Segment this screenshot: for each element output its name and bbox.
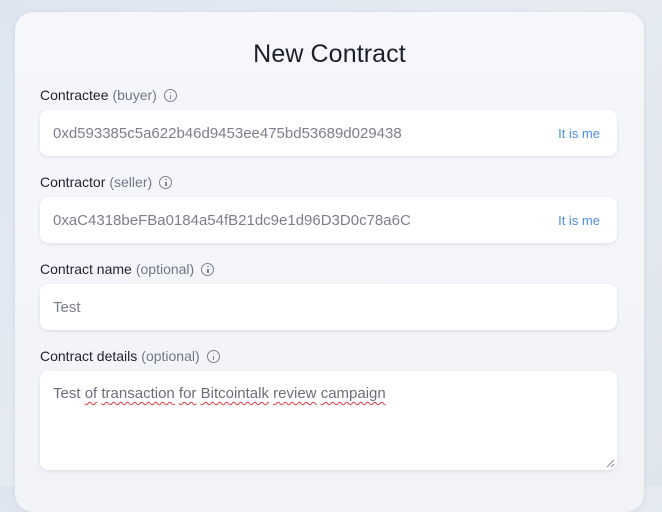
details-word: Bitcointalk <box>200 385 269 402</box>
contract-name-hint: (optional) <box>135 261 195 277</box>
contractee-label: Contractee (buyer) <box>40 87 177 103</box>
contractee-field[interactable]: 0xd593385c5a622b46d9453ee475bd53689d0294… <box>40 110 617 156</box>
contract-name-label-text: Contract name <box>40 261 132 277</box>
contract-details-label: Contract details (optional) <box>40 348 220 364</box>
resize-grip-icon[interactable] <box>606 459 615 468</box>
contract-details-value[interactable]: Test of transaction for Bitcointalk revi… <box>53 385 386 402</box>
contract-name-field[interactable]: Test <box>40 284 617 330</box>
page-title: New Contract <box>253 40 406 68</box>
details-word: transaction <box>101 385 175 402</box>
info-icon[interactable] <box>163 88 177 102</box>
contract-details-hint: (optional) <box>141 348 200 364</box>
contract-name-label: Contract name (optional) <box>40 261 215 277</box>
contractee-it-is-me-button[interactable]: It is me <box>558 126 600 141</box>
details-word: of <box>84 385 98 402</box>
contractor-hint: (seller) <box>109 174 153 190</box>
details-word: Test <box>53 385 85 402</box>
details-word: campaign <box>320 385 386 402</box>
contract-details-label-text: Contract details <box>40 348 138 364</box>
contract-name-value[interactable]: Test <box>53 299 81 316</box>
contract-details-textarea[interactable]: Test of transaction for Bitcointalk revi… <box>40 371 617 470</box>
contractee-address[interactable]: 0xd593385c5a622b46d9453ee475bd53689d0294… <box>53 125 402 142</box>
contractee-hint: (buyer) <box>112 87 157 103</box>
new-contract-card: New Contract Contractee (buyer) 0xd59338… <box>15 12 644 512</box>
info-icon[interactable] <box>201 262 215 276</box>
contractor-field[interactable]: 0xaC4318beFBa0184a54fB21dc9e1d96D3D0c78a… <box>40 197 617 243</box>
info-icon[interactable] <box>159 175 173 189</box>
details-word: for <box>178 385 197 402</box>
contractee-label-text: Contractee <box>40 87 109 103</box>
info-icon[interactable] <box>206 349 220 363</box>
details-word: review <box>273 385 317 402</box>
contractor-label-text: Contractor <box>40 174 106 190</box>
contractor-it-is-me-button[interactable]: It is me <box>558 213 600 228</box>
contractor-address[interactable]: 0xaC4318beFBa0184a54fB21dc9e1d96D3D0c78a… <box>53 212 411 229</box>
contractor-label: Contractor (seller) <box>40 174 173 190</box>
